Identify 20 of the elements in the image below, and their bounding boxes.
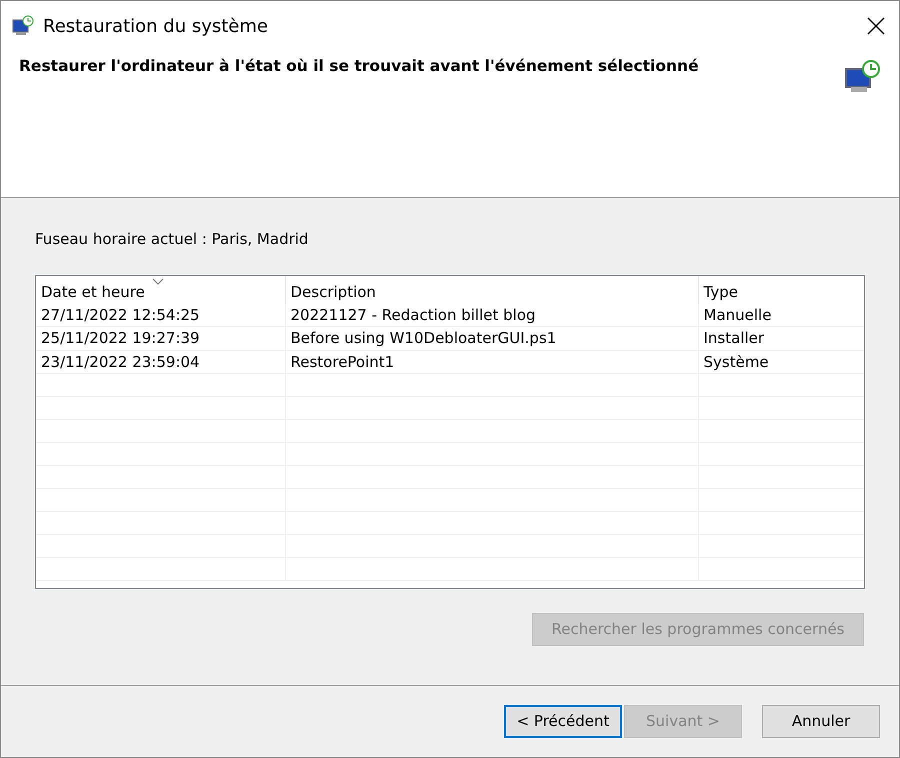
window-title: Restauration du système xyxy=(43,14,269,38)
timezone-label: Fuseau horaire actuel : Paris, Madrid xyxy=(35,229,310,250)
page-heading: Restaurer l'ordinateur à l'état où il se trouvait avant l'événement sélectionné xyxy=(19,57,700,77)
table-cell: RestorePoint1 xyxy=(290,352,394,370)
column-header[interactable]: Date et heure xyxy=(41,283,145,301)
restore-computer-icon xyxy=(11,15,35,37)
table-cell: Installer xyxy=(704,329,764,347)
cancel-button[interactable]: Annuler xyxy=(762,705,880,738)
column-header[interactable]: Description xyxy=(290,283,376,301)
table-cell: 23/11/2022 23:59:04 xyxy=(41,352,200,370)
back-button[interactable]: < Précédent xyxy=(504,705,622,738)
table-cell: 27/11/2022 12:54:25 xyxy=(41,306,200,324)
restore-computer-icon xyxy=(843,58,881,94)
close-icon[interactable] xyxy=(867,17,886,35)
table-cell: Système xyxy=(704,352,769,370)
table-cell: Manuelle xyxy=(704,306,772,324)
table-cell: 25/11/2022 19:27:39 xyxy=(41,329,200,347)
table-cell: 20221127 - Redaction billet blog xyxy=(290,306,536,324)
column-header[interactable]: Type xyxy=(704,283,738,301)
table-cell: Before using W10DebloaterGUI.ps1 xyxy=(290,329,556,347)
